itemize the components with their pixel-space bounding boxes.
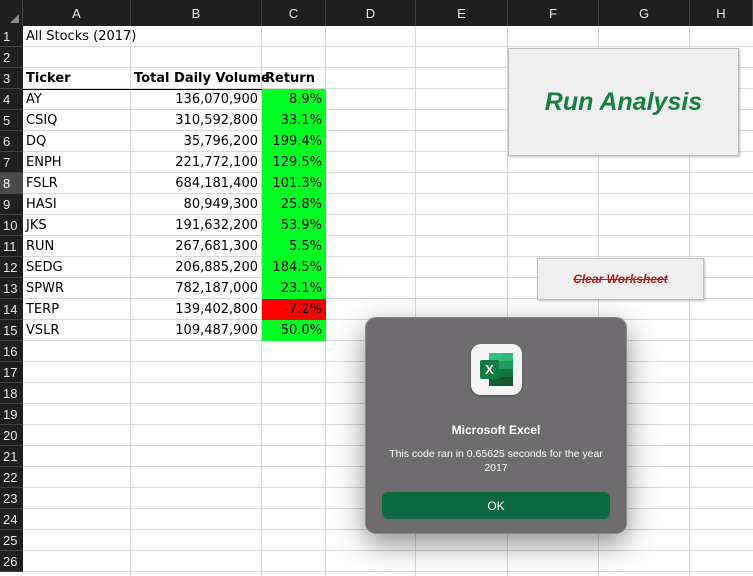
return-cell[interactable]: 184.5% [262, 257, 326, 278]
row-header-23[interactable]: 23 [0, 488, 23, 509]
ticker-cell[interactable]: AY [23, 89, 131, 110]
cell-a1-title[interactable]: All Stocks (2017) [23, 26, 136, 47]
row-header-22[interactable]: 22 [0, 467, 23, 488]
header-ticker[interactable]: Ticker [23, 68, 131, 89]
run-analysis-label: Run Analysis [544, 87, 703, 116]
select-all-corner[interactable] [0, 0, 23, 26]
row-header-19[interactable]: 19 [0, 404, 23, 425]
row-header-16[interactable]: 16 [0, 341, 23, 362]
header-return[interactable]: Return [262, 68, 326, 89]
volume-cell[interactable]: 782,187,000 [131, 278, 262, 299]
return-cell[interactable]: 129.5% [262, 152, 326, 173]
ok-button[interactable]: OK [382, 492, 610, 519]
volume-cell[interactable]: 206,885,200 [131, 257, 262, 278]
ticker-cell[interactable]: RUN [23, 236, 131, 257]
row-header-17[interactable]: 17 [0, 362, 23, 383]
ticker-cell[interactable]: SEDG [23, 257, 131, 278]
row-header-18[interactable]: 18 [0, 383, 23, 404]
row-header-6[interactable]: 6 [0, 131, 23, 152]
ticker-cell[interactable]: FSLR [23, 173, 131, 194]
volume-cell[interactable]: 80,949,300 [131, 194, 262, 215]
row-header-15[interactable]: 15 [0, 320, 23, 341]
return-cell[interactable]: 33.1% [262, 110, 326, 131]
return-cell[interactable]: 5.5% [262, 236, 326, 257]
spreadsheet: ABCDEFGH 1 2 3 4 5 6 7 8 9 10 11 12 13 14 15 16 17 18 19 20… [0, 0, 753, 576]
volume-cell[interactable]: 139,402,800 [131, 299, 262, 320]
return-cell[interactable]: 199.4% [262, 131, 326, 152]
column-header-h[interactable]: H [690, 0, 753, 26]
return-cell[interactable]: -7.2% [262, 299, 326, 320]
row-header-12[interactable]: 12 [0, 257, 23, 278]
header-total-daily-volume[interactable]: Total Daily Volume [131, 68, 270, 89]
column-header-c[interactable]: C [262, 0, 326, 26]
row-header-13[interactable]: 13 [0, 278, 23, 299]
row-header-5[interactable]: 5 [0, 110, 23, 131]
return-cell[interactable]: 23.1% [262, 278, 326, 299]
return-cell[interactable]: 53.9% [262, 215, 326, 236]
ticker-cell[interactable]: SPWR [23, 278, 131, 299]
run-analysis-button[interactable]: Run Analysis [508, 48, 739, 156]
clear-worksheet-button[interactable]: Clear Worksheet [537, 258, 704, 300]
alert-dialog: X Microsoft Excel This code ran in 0.656… [365, 317, 627, 534]
row-header-1[interactable]: 1 [0, 26, 23, 47]
return-cell[interactable]: 25.8% [262, 194, 326, 215]
row-header-4[interactable]: 4 [0, 89, 23, 110]
volume-cell[interactable]: 136,070,900 [131, 89, 262, 110]
dialog-title: Microsoft Excel [451, 423, 541, 437]
dialog-message: This code ran in 0.65625 seconds for the… [389, 448, 603, 474]
column-header-g[interactable]: G [599, 0, 690, 26]
clear-worksheet-label: Clear Worksheet [573, 272, 668, 286]
column-header-e[interactable]: E [416, 0, 508, 26]
ticker-cell[interactable]: DQ [23, 131, 131, 152]
row-header-7[interactable]: 7 [0, 152, 23, 173]
ticker-cell[interactable]: TERP [23, 299, 131, 320]
row-gridline [23, 550, 753, 551]
row-header-20[interactable]: 20 [0, 425, 23, 446]
row-header-14[interactable]: 14 [0, 299, 23, 320]
column-header-f[interactable]: F [508, 0, 599, 26]
return-cell[interactable]: 101.3% [262, 173, 326, 194]
volume-cell[interactable]: 191,632,200 [131, 215, 262, 236]
volume-cell[interactable]: 684,181,400 [131, 173, 262, 194]
excel-app-icon: X [471, 344, 522, 395]
ticker-cell[interactable]: CSIQ [23, 110, 131, 131]
row-header-21[interactable]: 21 [0, 446, 23, 467]
volume-cell[interactable]: 310,592,800 [131, 110, 262, 131]
row-gridline [23, 571, 753, 572]
column-header-b[interactable]: B [131, 0, 262, 26]
volume-cell[interactable]: 221,772,100 [131, 152, 262, 173]
volume-cell[interactable]: 35,796,200 [131, 131, 262, 152]
return-cell[interactable]: 8.9% [262, 89, 326, 110]
row-header-26[interactable]: 26 [0, 551, 23, 572]
column-header-a[interactable]: A [23, 0, 131, 26]
volume-cell[interactable]: 109,487,900 [131, 320, 262, 341]
ticker-cell[interactable]: ENPH [23, 152, 131, 173]
row-header-9[interactable]: 9 [0, 194, 23, 215]
column-header-d[interactable]: D [326, 0, 416, 26]
ticker-cell[interactable]: VSLR [23, 320, 131, 341]
row-header-25[interactable]: 25 [0, 530, 23, 551]
volume-cell[interactable]: 267,681,300 [131, 236, 262, 257]
ticker-cell[interactable]: HASI [23, 194, 131, 215]
row-header-3[interactable]: 3 [0, 68, 23, 89]
row-header-11[interactable]: 11 [0, 236, 23, 257]
row-header-10[interactable]: 10 [0, 215, 23, 236]
row-header-2[interactable]: 2 [0, 47, 23, 68]
ticker-cell[interactable]: JKS [23, 215, 131, 236]
return-cell[interactable]: 50.0% [262, 320, 326, 341]
row-header-24[interactable]: 24 [0, 509, 23, 530]
svg-text:X: X [485, 362, 494, 377]
row-header-8[interactable]: 8 [0, 173, 23, 194]
